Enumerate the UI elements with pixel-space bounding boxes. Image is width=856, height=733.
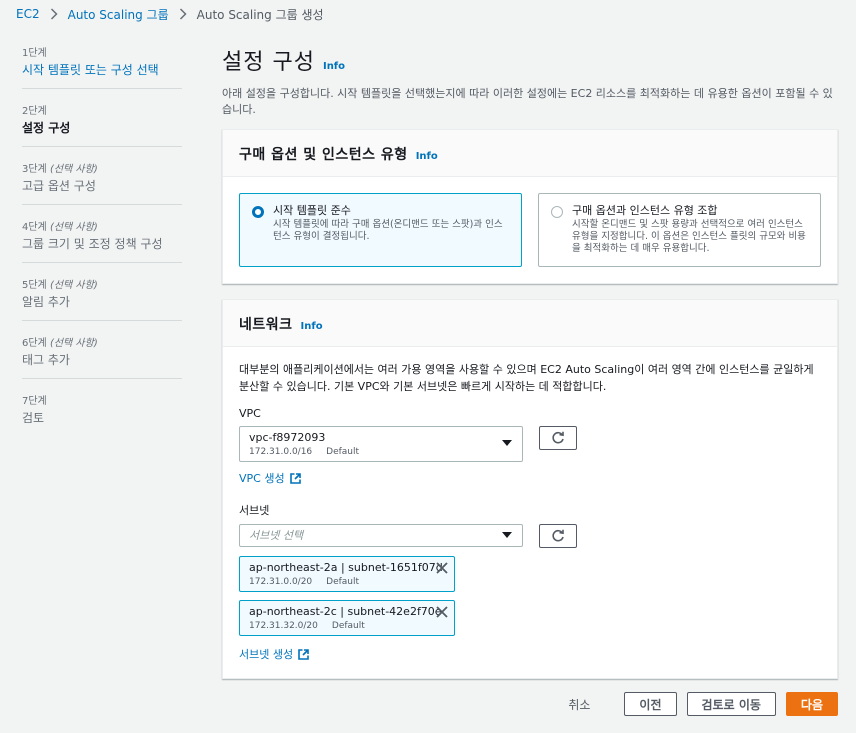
step-label: 설정 구성 (22, 121, 71, 135)
tile-combine-purchase-options[interactable]: 구매 옵션과 인스턴스 유형 조합 시작할 온디맨드 및 스팟 용량과 선택적으… (538, 193, 821, 267)
step-number: 4단계 (선택 사항) (22, 222, 98, 233)
breadcrumb-auto-scaling-groups[interactable]: Auto Scaling 그룹 (68, 6, 169, 23)
wizard-footer: 취소 이전 검토로 이동 다음 (554, 692, 838, 716)
purchase-options-panel: 구매 옵션 및 인스턴스 유형 Info 시작 템플릿 준수 시작 템플릿에 따… (222, 129, 838, 284)
skip-to-review-button[interactable]: 검토로 이동 (686, 692, 776, 716)
tile-description: 시작할 온디맨드 및 스팟 용량과 선택적으로 여러 인스턴스 유형을 지정합니… (572, 219, 806, 254)
external-link-icon (289, 472, 301, 484)
wizard-step-2: 2단계 설정 구성 (22, 102, 182, 147)
tile-title: 시작 템플릿 준수 (273, 204, 351, 217)
subnet-select[interactable]: 서브넷 선택 (239, 524, 523, 547)
chevron-right-icon (50, 8, 58, 20)
vpc-label: VPC (239, 407, 261, 420)
close-icon[interactable] (435, 605, 449, 619)
subnet-default-tag: Default (331, 621, 365, 631)
refresh-icon (552, 431, 564, 444)
breadcrumb: EC2 Auto Scaling 그룹 Auto Scaling 그룹 생성 (16, 6, 324, 22)
create-subnet-link[interactable]: 서브넷 생성 (239, 646, 309, 662)
step-number: 2단계 (22, 106, 47, 117)
wizard-step-5: 5단계 (선택 사항) 알림 추가 (22, 276, 182, 321)
info-link[interactable]: Info (301, 321, 323, 332)
panel-header: 구매 옵션 및 인스턴스 유형 Info (223, 130, 837, 177)
wizard-step-7: 7단계 검토 (22, 392, 182, 436)
chevron-right-icon (179, 8, 187, 20)
network-panel: 네트워크 Info 대부분의 애플리케이션에서는 여러 가용 영역을 사용할 수… (222, 299, 838, 679)
wizard-step-1[interactable]: 1단계 시작 템플릿 또는 구성 선택 (22, 44, 182, 89)
network-description: 대부분의 애플리케이션에서는 여러 가용 영역을 사용할 수 있으며 EC2 A… (239, 363, 814, 393)
step-number: 6단계 (선택 사항) (22, 338, 98, 349)
step-optional: (선택 사항) (49, 222, 98, 233)
step-label: 검토 (22, 411, 45, 425)
wizard-step-3: 3단계 (선택 사항) 고급 옵션 구성 (22, 160, 182, 205)
step-label: 고급 옵션 구성 (22, 179, 96, 193)
subnet-label: 서브넷 (239, 504, 270, 517)
create-vpc-link[interactable]: VPC 생성 (239, 470, 301, 486)
create-subnet-label: 서브넷 생성 (239, 648, 294, 661)
main-content: 설정 구성 Info 아래 설정을 구성합니다. 시작 템플릿을 선택했는지에 … (222, 44, 838, 118)
page-title-row: 설정 구성 Info (222, 44, 838, 76)
step-label: 알림 추가 (22, 295, 70, 309)
radio-selected[interactable] (252, 206, 264, 218)
info-link[interactable]: Info (323, 61, 345, 72)
step-number: 7단계 (22, 396, 47, 407)
subnet-cidr: 172.31.0.0/20 (249, 577, 313, 587)
panel-title: 네트워크 (239, 317, 293, 333)
refresh-vpc-button[interactable] (539, 426, 577, 450)
vpc-cidr: 172.31.0.0/16 (249, 447, 313, 457)
vpc-meta: 172.31.0.0/16 Default (249, 446, 513, 458)
subnet-placeholder: 서브넷 선택 (249, 529, 304, 542)
vpc-select[interactable]: vpc-f8972093 172.31.0.0/16 Default (239, 426, 523, 462)
create-vpc-label: VPC 생성 (239, 472, 285, 485)
radio-unselected[interactable] (551, 206, 563, 218)
subnet-row: 서브넷 선택 (239, 524, 821, 548)
caret-down-icon (502, 531, 512, 538)
info-link[interactable]: Info (416, 151, 438, 162)
subnet-token: ap-northeast-2a | subnet-1651f07d 172.31… (239, 556, 455, 592)
step-number: 5단계 (선택 사항) (22, 280, 98, 291)
breadcrumb-current: Auto Scaling 그룹 생성 (196, 7, 324, 22)
step-label: 그룹 크기 및 조정 정책 구성 (22, 237, 163, 251)
external-link-icon (298, 648, 309, 660)
wizard-step-6: 6단계 (선택 사항) 태그 추가 (22, 334, 182, 379)
wizard-steps-nav: 1단계 시작 템플릿 또는 구성 선택 2단계 설정 구성 3단계 (선택 사항… (22, 44, 182, 449)
close-icon[interactable] (435, 561, 449, 575)
vpc-id: vpc-f8972093 (249, 431, 326, 444)
subnet-meta: 172.31.32.0/20 Default (249, 620, 445, 632)
subnet-name: ap-northeast-2c | subnet-42e2f70e (249, 605, 442, 618)
step-label[interactable]: 시작 템플릿 또는 구성 선택 (22, 62, 182, 79)
network-body: 대부분의 애플리케이션에서는 여러 가용 영역을 사용할 수 있으며 EC2 A… (223, 347, 837, 678)
step-optional: (선택 사항) (49, 338, 98, 349)
subnet-meta: 172.31.0.0/20 Default (249, 576, 445, 588)
wizard-step-4: 4단계 (선택 사항) 그룹 크기 및 조정 정책 구성 (22, 218, 182, 263)
step-number: 1단계 (22, 48, 47, 59)
previous-button[interactable]: 이전 (624, 692, 677, 716)
step-optional: (선택 사항) (49, 164, 98, 175)
subnet-token: ap-northeast-2c | subnet-42e2f70e 172.31… (239, 600, 455, 636)
step-label: 태그 추가 (22, 353, 70, 367)
refresh-icon (552, 529, 564, 542)
page-title: 설정 구성 (222, 50, 315, 75)
page-description: 아래 설정을 구성합니다. 시작 템플릿을 선택했는지에 따라 이러한 설정에는… (222, 87, 833, 116)
next-button[interactable]: 다음 (785, 692, 838, 716)
subnet-name: ap-northeast-2a | subnet-1651f07d (249, 561, 443, 574)
subnet-default-tag: Default (326, 577, 360, 587)
cancel-button[interactable]: 취소 (554, 692, 604, 716)
tile-title: 구매 옵션과 인스턴스 유형 조합 (572, 204, 718, 217)
tile-description: 시작 템플릿에 따라 구매 옵션(온디맨드 또는 스팟)과 인스턴스 유형이 결… (273, 219, 503, 242)
vpc-row: vpc-f8972093 172.31.0.0/16 Default (239, 426, 821, 462)
purchase-option-tiles: 시작 템플릿 준수 시작 템플릿에 따라 구매 옵션(온디맨드 또는 스팟)과 … (223, 177, 837, 283)
subnet-cidr: 172.31.32.0/20 (249, 621, 318, 631)
step-optional: (선택 사항) (49, 280, 98, 291)
vpc-default-tag: Default (326, 447, 360, 457)
tile-adhere-launch-template[interactable]: 시작 템플릿 준수 시작 템플릿에 따라 구매 옵션(온디맨드 또는 스팟)과 … (239, 193, 522, 267)
panel-title: 구매 옵션 및 인스턴스 유형 (239, 147, 408, 163)
step-number: 3단계 (선택 사항) (22, 164, 98, 175)
panel-header: 네트워크 Info (223, 300, 837, 347)
refresh-subnet-button[interactable] (539, 524, 577, 548)
breadcrumb-ec2[interactable]: EC2 (16, 7, 40, 21)
caret-down-icon (502, 440, 512, 446)
